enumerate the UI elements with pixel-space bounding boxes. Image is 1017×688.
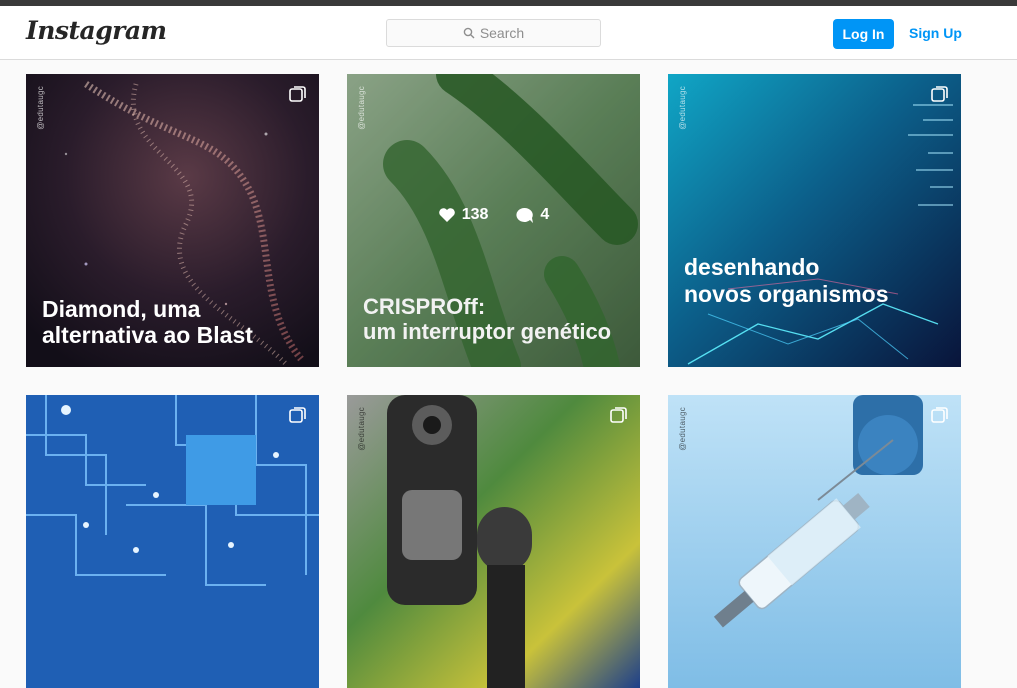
post-image bbox=[668, 74, 961, 367]
multiple-posts-icon bbox=[289, 407, 306, 423]
post-tile[interactable]: @edutaugc desenhando novos organismos bbox=[668, 74, 961, 367]
likes-count: 138 bbox=[438, 206, 488, 224]
post-caption: desenhando novos organismos bbox=[684, 254, 889, 307]
post-image bbox=[26, 395, 319, 688]
account-handle: @edutaugc bbox=[357, 86, 366, 130]
multiple-posts-icon bbox=[931, 407, 948, 423]
post-hover-stats: 138 4 bbox=[347, 206, 640, 224]
post-tile[interactable]: @edutaugc bbox=[347, 395, 640, 688]
log-in-button[interactable]: Log In bbox=[833, 19, 894, 49]
comments-count: 4 bbox=[516, 206, 549, 224]
search-input[interactable]: Search bbox=[386, 19, 601, 47]
post-caption: Diamond, uma alternativa ao Blast bbox=[42, 296, 253, 348]
post-tile[interactable]: @edutaugc Diamond, uma alternativa ao Bl… bbox=[26, 74, 319, 367]
post-image bbox=[668, 395, 961, 688]
account-handle: @edutaugc bbox=[36, 86, 45, 130]
search-icon bbox=[463, 27, 475, 39]
search-placeholder: Search bbox=[479, 25, 525, 41]
sign-up-link[interactable]: Sign Up bbox=[909, 25, 962, 41]
instagram-logo[interactable]: Instagram bbox=[26, 16, 167, 45]
comment-icon bbox=[516, 207, 534, 223]
post-caption: CRISPROff: um interruptor genético bbox=[363, 294, 612, 344]
account-handle: @edutaugc bbox=[678, 407, 687, 451]
multiple-posts-icon bbox=[610, 407, 627, 423]
post-tile[interactable] bbox=[26, 395, 319, 688]
post-tile[interactable]: @edutaugc 138 4 CRISPROff: um interrupto… bbox=[347, 74, 640, 367]
account-handle: @edutaugc bbox=[678, 86, 687, 130]
post-image bbox=[347, 395, 640, 688]
heart-icon bbox=[438, 208, 455, 222]
account-handle: @edutaugc bbox=[357, 407, 366, 451]
multiple-posts-icon bbox=[289, 86, 306, 102]
top-navigation: Instagram Search Log In Sign Up bbox=[0, 6, 1017, 60]
multiple-posts-icon bbox=[931, 86, 948, 102]
post-tile[interactable]: @edutaugc bbox=[668, 395, 961, 688]
